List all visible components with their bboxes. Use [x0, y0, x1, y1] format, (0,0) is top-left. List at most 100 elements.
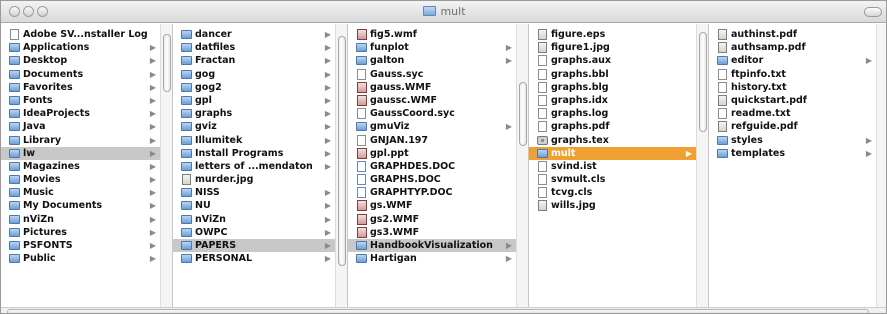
folder-row[interactable]: Illumitek ▶ — [173, 134, 335, 147]
toolbar-toggle-button[interactable] — [864, 7, 882, 17]
file-row[interactable]: Gauss.syc — [348, 68, 516, 81]
column-1-scrollbar[interactable] — [160, 24, 172, 307]
folder-row[interactable]: My Documents ▶ — [1, 199, 160, 212]
horizontal-scroll-thumb[interactable] — [7, 309, 869, 313]
file-row[interactable]: readme.txt — [709, 107, 876, 120]
folder-row[interactable]: PERSONAL ▶ — [173, 252, 335, 265]
folder-row[interactable]: Fractan ▶ — [173, 54, 335, 67]
file-row[interactable]: figure1.jpg — [529, 41, 696, 54]
folder-row[interactable]: gog2 ▶ — [173, 81, 335, 94]
item-label: GaussCoord.syc — [370, 108, 455, 120]
file-row[interactable]: graphs.tex — [529, 134, 696, 147]
folder-row[interactable]: styles ▶ — [709, 134, 876, 147]
folder-row[interactable]: funplot ▶ — [348, 41, 516, 54]
folder-row[interactable]: Applications ▶ — [1, 41, 160, 54]
item-label: figure1.jpg — [551, 42, 610, 54]
folder-row[interactable]: Hartigan ▶ — [348, 252, 516, 265]
file-icon — [357, 108, 366, 120]
file-row[interactable]: fig5.wmf — [348, 28, 516, 41]
column-5-scrollbar[interactable] — [876, 24, 886, 307]
item-label: Music — [23, 187, 54, 199]
folder-row[interactable]: IdeaProjects ▶ — [1, 107, 160, 120]
folder-row[interactable]: Library ▶ — [1, 134, 160, 147]
folder-row[interactable]: NU ▶ — [173, 199, 335, 212]
file-row[interactable]: figure.eps — [529, 28, 696, 41]
column-1-scroll-thumb[interactable] — [163, 34, 171, 92]
folder-row[interactable]: PSFONTS ▶ — [1, 239, 160, 252]
file-row[interactable]: graphs.blg — [529, 81, 696, 94]
disclosure-arrow-icon: ▶ — [324, 148, 331, 158]
file-row[interactable]: gaussc.WMF — [348, 94, 516, 107]
title-bar[interactable]: mult — [1, 1, 886, 23]
folder-row[interactable]: Public ▶ — [1, 252, 160, 265]
file-row[interactable]: murder.jpg — [173, 173, 335, 186]
file-row[interactable]: gs.WMF — [348, 199, 516, 212]
file-row[interactable]: graphs.idx — [529, 94, 696, 107]
file-row[interactable]: authsamp.pdf — [709, 41, 876, 54]
folder-row[interactable]: datfiles ▶ — [173, 41, 335, 54]
disclosure-arrow-icon: ▶ — [149, 82, 156, 92]
file-row[interactable]: graphs.log — [529, 107, 696, 120]
file-row[interactable]: refguide.pdf — [709, 120, 876, 133]
file-row[interactable]: tcvg.cls — [529, 186, 696, 199]
item-label: Public — [23, 253, 56, 265]
folder-row[interactable]: Magazines ▶ — [1, 160, 160, 173]
folder-row[interactable]: Pictures ▶ — [1, 226, 160, 239]
file-row[interactable]: gs3.WMF — [348, 226, 516, 239]
file-row[interactable]: GRAPHDES.DOC — [348, 160, 516, 173]
column-2-scrollbar[interactable] — [335, 24, 347, 307]
column-3-scroll-thumb[interactable] — [519, 82, 527, 146]
file-row[interactable]: quickstart.pdf — [709, 94, 876, 107]
file-row[interactable]: svind.ist — [529, 160, 696, 173]
folder-row[interactable]: gpl ▶ — [173, 94, 335, 107]
folder-row[interactable]: Music ▶ — [1, 186, 160, 199]
file-row[interactable]: gauss.WMF — [348, 81, 516, 94]
file-row[interactable]: history.txt — [709, 81, 876, 94]
file-row[interactable]: Adobe SV...nstaller Log — [1, 28, 160, 41]
file-row[interactable]: GRAPHTYP.DOC — [348, 186, 516, 199]
folder-row[interactable]: dancer ▶ — [173, 28, 335, 41]
file-row[interactable]: wills.jpg — [529, 199, 696, 212]
column-2-scroll-thumb[interactable] — [338, 36, 346, 266]
file-row[interactable]: ftpinfo.txt — [709, 68, 876, 81]
file-row[interactable]: GaussCoord.syc — [348, 107, 516, 120]
file-row[interactable]: gs2.WMF — [348, 213, 516, 226]
image-icon — [718, 42, 727, 54]
column-4-scroll-thumb[interactable] — [699, 32, 707, 132]
folder-row[interactable]: Java ▶ — [1, 120, 160, 133]
file-row[interactable]: authinst.pdf — [709, 28, 876, 41]
folder-row[interactable]: galton ▶ — [348, 54, 516, 67]
horizontal-scrollbar[interactable] — [1, 307, 886, 313]
folder-row[interactable]: Movies ▶ — [1, 173, 160, 186]
folder-row[interactable]: templates ▶ — [709, 147, 876, 160]
folder-row[interactable]: Favorites ▶ — [1, 81, 160, 94]
file-row[interactable]: graphs.pdf — [529, 120, 696, 133]
folder-row[interactable]: nViZn ▶ — [1, 213, 160, 226]
folder-row[interactable]: editor ▶ — [709, 54, 876, 67]
file-row[interactable]: graphs.bbl — [529, 68, 696, 81]
folder-row[interactable]: Desktop ▶ — [1, 54, 160, 67]
folder-row[interactable]: NISS ▶ — [173, 186, 335, 199]
folder-row[interactable]: Install Programs ▶ — [173, 147, 335, 160]
file-row[interactable]: GNJAN.197 — [348, 134, 516, 147]
folder-row[interactable]: graphs ▶ — [173, 107, 335, 120]
file-row[interactable]: GRAPHS.DOC — [348, 173, 516, 186]
file-row[interactable]: graphs.aux — [529, 54, 696, 67]
folder-row[interactable]: PAPERS ▶ — [173, 239, 335, 253]
file-row[interactable]: gpl.ppt — [348, 147, 516, 160]
column-4-scrollbar[interactable] — [696, 24, 708, 307]
file-row[interactable]: svmult.cls — [529, 173, 696, 186]
folder-row[interactable]: letters of ...mendaton ▶ — [173, 160, 335, 173]
folder-row[interactable]: nViZn ▶ — [173, 213, 335, 226]
folder-row[interactable]: gmuViz ▶ — [348, 120, 516, 133]
folder-row[interactable]: mult ▶ — [529, 146, 696, 160]
folder-icon — [9, 82, 20, 92]
folder-row[interactable]: lw ▶ — [1, 146, 160, 160]
column-3-scrollbar[interactable] — [516, 24, 528, 307]
folder-row[interactable]: gviz ▶ — [173, 120, 335, 133]
folder-row[interactable]: Documents ▶ — [1, 68, 160, 81]
folder-row[interactable]: OWPC ▶ — [173, 226, 335, 239]
folder-row[interactable]: Fonts ▶ — [1, 94, 160, 107]
folder-row[interactable]: HandbookVisualization ▶ — [348, 239, 516, 253]
folder-row[interactable]: gog ▶ — [173, 68, 335, 81]
